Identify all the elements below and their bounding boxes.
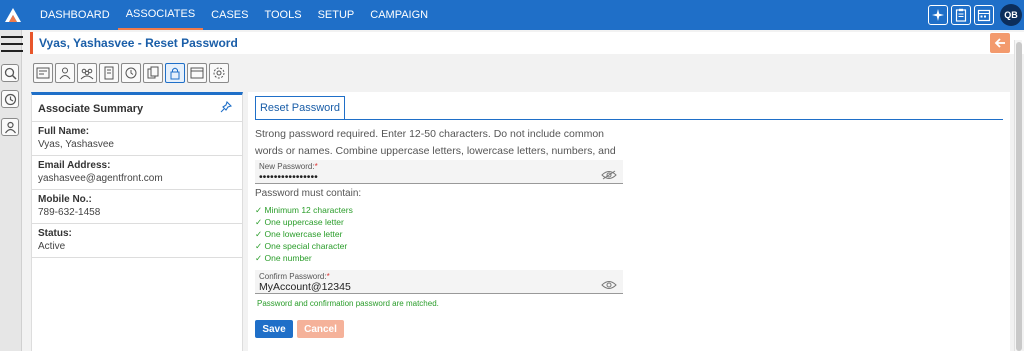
nav-campaign[interactable]: CAMPAIGN xyxy=(362,0,436,30)
password-match-message: Password and confirmation password are m… xyxy=(257,299,439,308)
tab-reset-password[interactable]: Reset Password xyxy=(255,96,345,120)
search-icon[interactable] xyxy=(1,64,19,82)
main-nav: DASHBOARD ASSOCIATES CASES TOOLS SETUP C… xyxy=(32,0,436,30)
save-button[interactable]: Save xyxy=(255,320,293,338)
browser-window-icon[interactable] xyxy=(187,63,207,83)
copy-icon[interactable] xyxy=(143,63,163,83)
rule-item: ✓ One number xyxy=(255,253,312,263)
history-icon[interactable] xyxy=(1,90,19,108)
full-name-label: Full Name: xyxy=(38,126,90,137)
nav-setup[interactable]: SETUP xyxy=(310,0,363,30)
page-header: Vyas, Yashasvee - Reset Password xyxy=(30,32,1024,54)
password-must-contain-heading: Password must contain: xyxy=(255,188,362,199)
lock-icon[interactable] xyxy=(165,63,185,83)
user-avatar[interactable]: QB xyxy=(1000,4,1022,26)
profile-card-icon[interactable] xyxy=(33,63,53,83)
summary-field-full-name: Full Name: Vyas, Yashasvee xyxy=(32,122,242,156)
top-nav-bar: DASHBOARD ASSOCIATES CASES TOOLS SETUP C… xyxy=(0,0,1024,30)
confirm-password-label: Confirm Password:* xyxy=(259,272,330,281)
status-value: Active xyxy=(38,241,66,252)
status-label: Status: xyxy=(38,228,72,239)
show-password-eye-icon[interactable] xyxy=(601,167,617,185)
summary-field-mobile: Mobile No.: 789-632-1458 xyxy=(32,190,242,224)
calendar-icon[interactable] xyxy=(974,5,994,25)
nav-tools[interactable]: TOOLS xyxy=(256,0,309,30)
document-icon[interactable] xyxy=(99,63,119,83)
page-title: Vyas, Yashasvee - Reset Password xyxy=(39,36,238,50)
email-value: yashasvee@agentfront.com xyxy=(38,173,163,184)
settings-gear-icon[interactable] xyxy=(209,63,229,83)
rule-item: ✓ One lowercase letter xyxy=(255,229,343,239)
password-rules-list: ✓ Minimum 12 characters ✓ One uppercase … xyxy=(255,204,353,264)
back-arrow-icon[interactable] xyxy=(990,33,1010,53)
associates-icon[interactable] xyxy=(1,118,19,136)
mobile-value: 789-632-1458 xyxy=(38,207,101,218)
rule-item: ✓ One special character xyxy=(255,241,348,251)
mobile-label: Mobile No.: xyxy=(38,194,92,205)
nav-associates[interactable]: ASSOCIATES xyxy=(117,0,204,30)
sparkle-icon[interactable] xyxy=(928,5,948,25)
associate-toolbar xyxy=(33,63,229,83)
clock-icon[interactable] xyxy=(121,63,141,83)
summary-field-status: Status: Active xyxy=(32,224,242,258)
associate-summary-panel: Associate Summary Full Name: Vyas, Yasha… xyxy=(31,92,243,351)
full-name-value: Vyas, Yashasvee xyxy=(38,139,114,150)
new-password-value: •••••••••••••••• xyxy=(259,171,318,183)
show-confirm-eye-icon[interactable] xyxy=(601,277,617,295)
email-label: Email Address: xyxy=(38,160,111,171)
associate-summary-title: Associate Summary xyxy=(32,95,242,122)
hamburger-menu-icon[interactable] xyxy=(1,36,23,57)
pin-icon[interactable] xyxy=(220,100,233,116)
page-scrollbar[interactable] xyxy=(1014,40,1022,351)
app-logo-icon[interactable] xyxy=(0,0,26,30)
clipboard-icon[interactable] xyxy=(951,5,971,25)
confirm-password-field[interactable]: Confirm Password:* MyAccount@12345 xyxy=(255,270,623,294)
person-icon[interactable] xyxy=(55,63,75,83)
team-icon[interactable] xyxy=(77,63,97,83)
scrollbar-thumb[interactable] xyxy=(1016,42,1022,351)
new-password-label: New Password:* xyxy=(259,162,318,171)
new-password-field[interactable]: New Password:* •••••••••••••••• xyxy=(255,160,623,184)
associate-summary-heading: Associate Summary xyxy=(38,103,144,115)
confirm-password-value: MyAccount@12345 xyxy=(259,281,351,293)
reset-password-panel: Reset Password Strong password required.… xyxy=(248,92,1010,351)
cancel-button[interactable]: Cancel xyxy=(297,320,344,338)
rule-item: ✓ Minimum 12 characters xyxy=(255,205,353,215)
nav-dashboard[interactable]: DASHBOARD xyxy=(32,0,118,30)
nav-cases[interactable]: CASES xyxy=(203,0,256,30)
summary-field-email: Email Address: yashasvee@agentfront.com xyxy=(32,156,242,190)
rule-item: ✓ One uppercase letter xyxy=(255,217,344,227)
tab-divider xyxy=(255,119,1003,120)
